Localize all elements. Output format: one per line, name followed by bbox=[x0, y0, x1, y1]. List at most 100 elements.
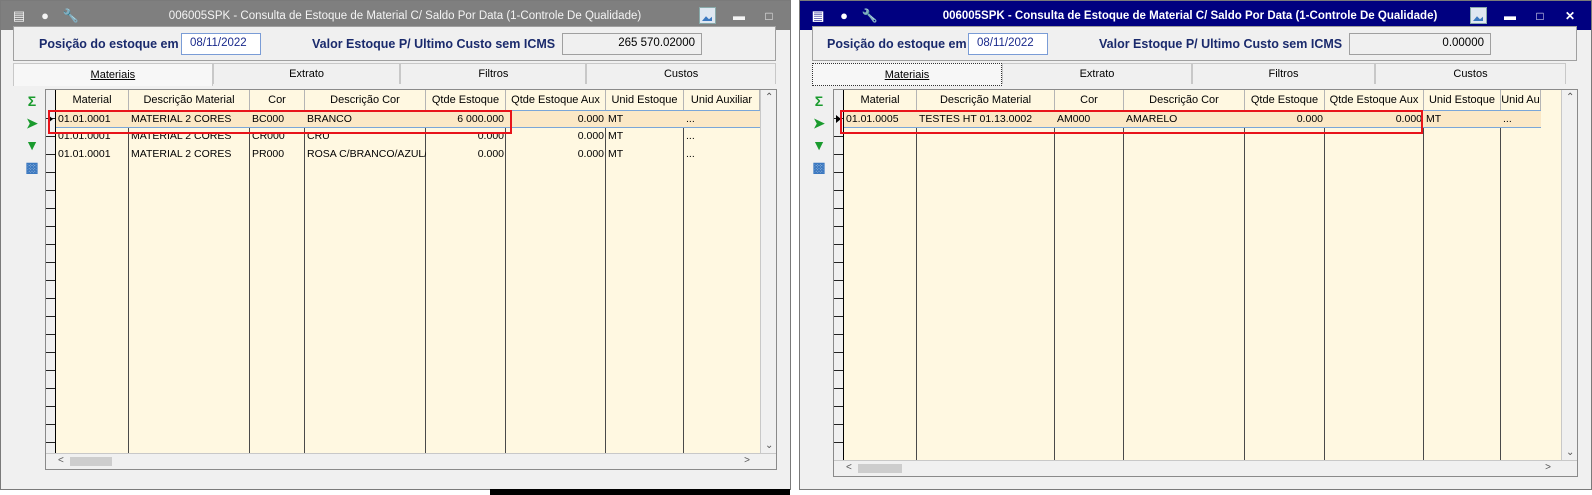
col-header-cor[interactable]: Cor bbox=[1055, 90, 1124, 110]
cell-unid-aux[interactable]: ... bbox=[1501, 111, 1541, 129]
valor-label: Valor Estoque P/ Ultimo Custo sem ICMS bbox=[312, 37, 556, 51]
scroll-left-icon[interactable]: < bbox=[58, 455, 64, 466]
row-indicator-tick bbox=[834, 172, 843, 173]
tab-custos[interactable]: Custos bbox=[586, 63, 776, 84]
valor-field: 0.00000 bbox=[1349, 33, 1491, 55]
horizontal-scrollbar[interactable]: < > bbox=[46, 453, 776, 469]
row-indicator-tick bbox=[46, 352, 55, 353]
download-icon[interactable]: ▼ bbox=[810, 137, 828, 153]
toolbar: Σ ➤ ▼ ▩ bbox=[21, 93, 43, 175]
row-indicator-tick bbox=[834, 334, 843, 335]
tab-materiais[interactable]: Materiais bbox=[812, 63, 1002, 86]
scroll-right-icon[interactable]: > bbox=[744, 455, 750, 466]
scroll-up-icon[interactable]: ⌃ bbox=[765, 92, 773, 103]
cell-unid[interactable]: MT bbox=[1424, 111, 1501, 129]
image-icon[interactable] bbox=[699, 7, 716, 24]
cell-unid-aux[interactable]: ... bbox=[684, 146, 760, 164]
horizontal-scrollbar[interactable]: < > bbox=[834, 460, 1577, 476]
cell-qtde-aux[interactable]: 0.000 bbox=[506, 146, 606, 164]
traffic-light-icon[interactable]: ● bbox=[37, 8, 53, 24]
col-header-qtde-aux[interactable]: Qtde Estoque Aux bbox=[506, 90, 606, 110]
position-label: Posição do estoque em bbox=[39, 37, 179, 51]
tab-extrato[interactable]: Extrato bbox=[1002, 63, 1192, 84]
traffic-light-icon[interactable]: ● bbox=[836, 8, 852, 24]
tab-extrato[interactable]: Extrato bbox=[212, 63, 401, 84]
scroll-down-icon[interactable]: ⌄ bbox=[1566, 447, 1574, 458]
row-indicator-tick bbox=[46, 316, 55, 317]
position-date-field[interactable]: 08/11/2022 bbox=[968, 33, 1048, 55]
wrench-icon[interactable]: 🔧 bbox=[862, 8, 878, 24]
cell-cor[interactable]: PR000 bbox=[250, 146, 305, 164]
sum-icon[interactable]: Σ bbox=[23, 93, 41, 109]
col-header-unid[interactable]: Unid Estoque bbox=[606, 90, 684, 110]
cell-unid-aux[interactable]: ... bbox=[684, 128, 760, 146]
maximize-button[interactable]: □ bbox=[762, 9, 776, 23]
tab-filtros[interactable]: Filtros bbox=[1192, 63, 1375, 84]
vertical-scrollbar[interactable]: ⌃ ⌄ bbox=[760, 90, 776, 453]
col-header-qtde-aux[interactable]: Qtde Estoque Aux bbox=[1325, 90, 1424, 110]
cell-material[interactable]: 01.01.0001 bbox=[56, 146, 129, 164]
col-header-qtde[interactable]: Qtde Estoque bbox=[426, 90, 506, 110]
cell-qtde[interactable]: 0.000 bbox=[426, 146, 506, 164]
cell-qtde-aux[interactable]: 0.000 bbox=[506, 128, 606, 146]
minimize-button[interactable]: ▬ bbox=[1503, 9, 1517, 23]
scroll-down-icon[interactable]: ⌄ bbox=[765, 440, 773, 451]
row-indicator-tick bbox=[46, 334, 55, 335]
scroll-thumb[interactable] bbox=[70, 457, 112, 466]
row-indicator-tick bbox=[834, 388, 843, 389]
position-date-field[interactable]: 08/11/2022 bbox=[181, 33, 261, 55]
close-button[interactable]: ✕ bbox=[1563, 9, 1577, 23]
image-icon[interactable] bbox=[1470, 7, 1487, 24]
row-indicator-tick bbox=[46, 262, 55, 263]
download-icon[interactable]: ▼ bbox=[23, 137, 41, 153]
row-indicator-tick bbox=[834, 424, 843, 425]
cell-qtde-aux[interactable]: 0.000 bbox=[506, 111, 606, 129]
tab-custos[interactable]: Custos bbox=[1375, 63, 1566, 84]
scroll-thumb[interactable] bbox=[858, 464, 902, 473]
scroll-right-icon[interactable]: > bbox=[1545, 462, 1551, 473]
cell-descricao[interactable]: MATERIAL 2 CORES bbox=[129, 146, 250, 164]
col-header-unid[interactable]: Unid Estoque bbox=[1424, 90, 1501, 110]
export-icon[interactable]: ➤ bbox=[23, 115, 41, 131]
col-header-cor[interactable]: Cor bbox=[250, 90, 305, 110]
cell-descricao-cor[interactable]: ROSA C/BRANCO/AZUL/E bbox=[305, 146, 426, 164]
col-header-material[interactable]: Material bbox=[844, 90, 917, 110]
menu-icon[interactable]: ▤ bbox=[11, 8, 27, 24]
cell-unid[interactable]: MT bbox=[606, 111, 684, 129]
scroll-left-icon[interactable]: < bbox=[846, 462, 852, 473]
cell-unid[interactable]: MT bbox=[606, 146, 684, 164]
col-header-unid-aux[interactable]: Unid Auxiliar bbox=[684, 90, 760, 110]
row-indicator-tick bbox=[834, 154, 843, 155]
col-header-descricao-cor[interactable]: Descrição Cor bbox=[1124, 90, 1245, 110]
header-panel: Posição do estoque em 08/11/2022 Valor E… bbox=[13, 26, 776, 61]
table-row[interactable]: 01.01.0001 MATERIAL 2 CORES PR000 ROSA C… bbox=[56, 146, 760, 164]
row-indicator-tick bbox=[46, 244, 55, 245]
tab-filtros[interactable]: Filtros bbox=[400, 63, 587, 84]
tab-bar: Materiais Extrato Filtros Custos bbox=[13, 63, 776, 86]
row-indicator-tick bbox=[46, 190, 55, 191]
col-header-qtde[interactable]: Qtde Estoque bbox=[1245, 90, 1325, 110]
export-icon[interactable]: ➤ bbox=[810, 115, 828, 131]
highlight-box bbox=[48, 110, 512, 134]
col-header-descricao[interactable]: Descrição Material bbox=[917, 90, 1055, 110]
row-indicator-tick bbox=[834, 262, 843, 263]
col-header-descricao-cor[interactable]: Descrição Cor bbox=[305, 90, 426, 110]
col-header-material[interactable]: Material bbox=[56, 90, 129, 110]
row-indicator-tick bbox=[834, 316, 843, 317]
row-indicator-tick bbox=[834, 244, 843, 245]
scroll-up-icon[interactable]: ⌃ bbox=[1566, 92, 1574, 103]
wrench-icon[interactable]: 🔧 bbox=[63, 8, 79, 24]
sum-icon[interactable]: Σ bbox=[810, 93, 828, 109]
cell-unid[interactable]: MT bbox=[606, 128, 684, 146]
picture-icon[interactable]: ▩ bbox=[810, 159, 828, 175]
cell-unid-aux[interactable]: ... bbox=[684, 111, 760, 129]
menu-icon[interactable]: ▤ bbox=[810, 8, 826, 24]
col-header-unid-aux[interactable]: Unid Au bbox=[1501, 90, 1541, 110]
maximize-button[interactable]: □ bbox=[1533, 9, 1547, 23]
minimize-button[interactable]: ▬ bbox=[732, 9, 746, 23]
picture-icon[interactable]: ▩ bbox=[23, 159, 41, 175]
vertical-scrollbar[interactable]: ⌃ ⌄ bbox=[1561, 90, 1577, 460]
tab-materiais[interactable]: Materiais bbox=[13, 63, 213, 86]
col-header-descricao[interactable]: Descrição Material bbox=[129, 90, 250, 110]
row-indicator-tick bbox=[46, 208, 55, 209]
